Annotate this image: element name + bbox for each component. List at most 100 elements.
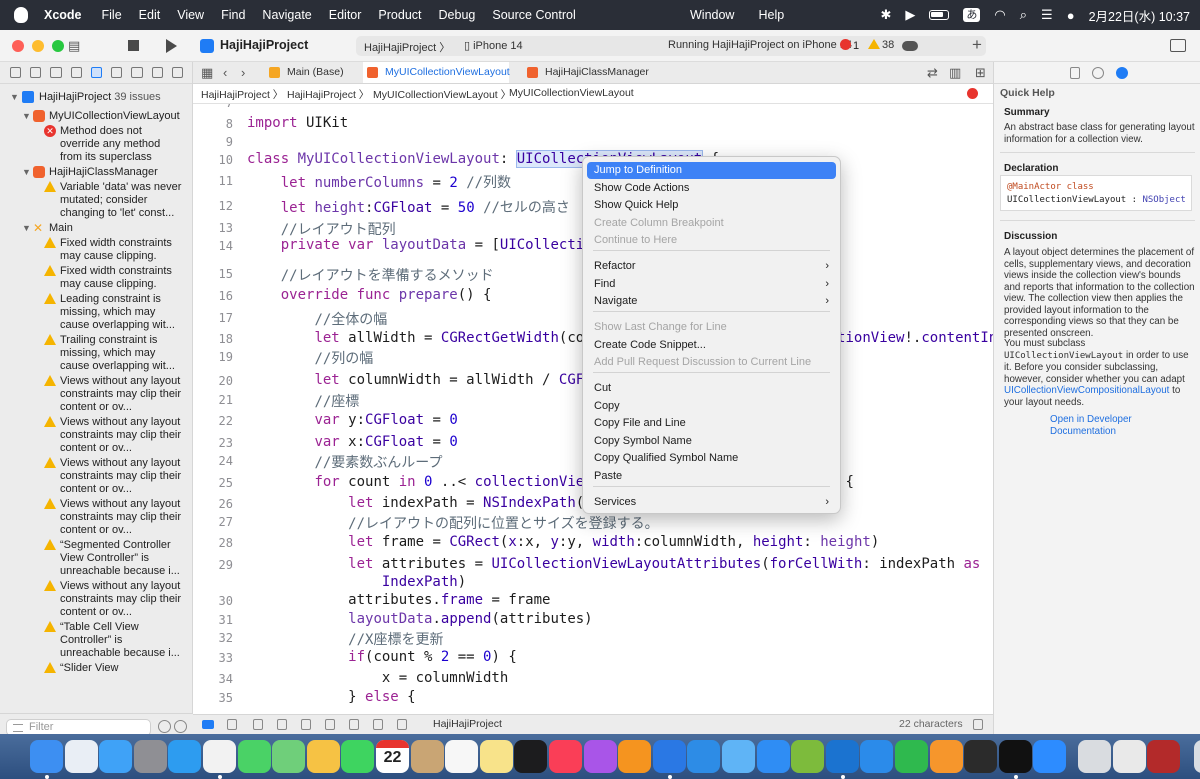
tab-main-base[interactable]: Main (Base) [265, 62, 375, 83]
jump-group[interactable]: HajiHajiProject 〉 [287, 87, 369, 102]
context-menu-item[interactable]: Copy File and Line [587, 415, 836, 432]
code-line[interactable]: let frame = CGRect(x:x, y:y, width:colum… [247, 534, 879, 550]
code-line[interactable]: override func prepare() { [247, 287, 492, 303]
dictionary-icon[interactable] [1147, 740, 1181, 773]
chrome-icon[interactable] [203, 740, 236, 773]
issue-row[interactable]: ▼ ✕ Main [0, 221, 193, 236]
adjust-editor-icon[interactable]: ▥ [949, 65, 961, 81]
issue-row[interactable]: ✕ Method does not override any method fro… [0, 124, 193, 165]
numbers-icon[interactable] [895, 740, 928, 773]
context-menu-item[interactable]: Services › [587, 494, 836, 511]
vscode-icon[interactable] [825, 740, 859, 773]
source-control-navigator-icon[interactable] [30, 67, 42, 78]
issue-row[interactable]: Views without any layout constraints may… [0, 579, 193, 620]
issue-row[interactable]: “Segmented Controller View Controller” i… [0, 538, 193, 579]
wifi-icon[interactable]: ◠ [994, 7, 1005, 23]
add-editor-icon[interactable]: ⊞ [975, 65, 986, 81]
code-line[interactable]: layoutData.append(attributes) [247, 611, 592, 627]
code-line[interactable]: //全体の幅 [247, 309, 387, 329]
issue-navigator-icon[interactable] [90, 67, 103, 78]
error-count[interactable]: 1 [840, 39, 859, 52]
warning-count[interactable]: 38 [868, 39, 894, 51]
context-menu-item[interactable]: Copy Qualified Symbol Name [587, 450, 836, 467]
pause-icon[interactable] [253, 719, 263, 730]
debug-area-toggle-icon[interactable] [202, 720, 214, 729]
code-line[interactable]: attributes.frame = frame [247, 592, 550, 608]
context-menu-item[interactable]: Refactor › [587, 258, 836, 275]
menu-product[interactable]: Product [378, 8, 421, 22]
context-menu-item[interactable]: Jump to Definition [587, 162, 836, 179]
launchpad-icon[interactable] [64, 740, 98, 773]
console-toggle-icon[interactable] [973, 719, 983, 730]
podcasts-icon[interactable] [583, 740, 617, 773]
test-navigator-icon[interactable] [111, 67, 123, 78]
sketch-icon[interactable] [791, 740, 825, 773]
memory-graph-icon[interactable] [373, 719, 383, 730]
step-out-icon[interactable] [325, 719, 335, 730]
debug-target[interactable]: HajiHajiProject [433, 718, 502, 730]
code-line[interactable]: //座標 [247, 391, 359, 411]
debug-navigator-icon[interactable] [131, 67, 143, 78]
library-add-icon[interactable]: + [972, 35, 982, 55]
context-menu-item[interactable]: Copy [587, 398, 836, 415]
input-method-icon[interactable]: あ [963, 8, 981, 22]
menu-editor[interactable]: Editor [329, 8, 362, 22]
context-menu-item[interactable]: Create Code Snippet... [587, 337, 836, 354]
jump-symbol[interactable]: MyUICollectionViewLayout [509, 87, 634, 99]
disclosure-icon[interactable]: ▼ [22, 166, 31, 179]
siri-icon[interactable]: ● [1067, 8, 1075, 23]
developer-documentation-link[interactable]: Open in Developer Documentation [1050, 414, 1200, 437]
contacts-icon[interactable] [410, 740, 444, 773]
scheme-selector[interactable]: HajiHajiProject 〉 [364, 39, 450, 55]
code-line[interactable]: IndexPath) [247, 574, 466, 590]
issue-row[interactable]: Leading constraint is missing, which may… [0, 292, 193, 333]
breakpoints-icon[interactable] [227, 719, 237, 730]
simulator-icon[interactable] [722, 740, 755, 773]
jump-project[interactable]: HajiHajiProject 〉 [201, 87, 283, 102]
now-playing-icon[interactable]: ▶ [905, 7, 915, 23]
navigator-toggle-icon[interactable]: ▤ [68, 38, 80, 54]
issue-row[interactable]: ▼ MyUICollectionViewLayout [0, 109, 193, 124]
code-line[interactable]: //レイアウトの配列に位置とサイズを登録する。 [247, 513, 658, 533]
menu-debug[interactable]: Debug [439, 8, 476, 22]
context-menu-item[interactable]: Cut [587, 380, 836, 397]
finder-icon[interactable] [30, 740, 63, 773]
code-line[interactable]: //X座標を更新 [247, 629, 443, 649]
cloud-icon[interactable] [902, 41, 918, 51]
menu-find[interactable]: Find [221, 8, 245, 22]
split-editor-icon[interactable]: ⇄ [927, 65, 938, 81]
close-window-button[interactable] [12, 40, 24, 52]
tab-class-manager[interactable]: HajiHajiClassManager [523, 62, 683, 83]
disclosure-icon[interactable]: ▼ [22, 110, 31, 123]
issue-row[interactable]: Trailing constraint is missing, which ma… [0, 333, 193, 374]
stop-button[interactable] [128, 40, 139, 51]
issue-row[interactable]: Variable 'data' was never mutated; consi… [0, 180, 193, 221]
notes-icon[interactable] [479, 740, 513, 773]
disclosure-icon[interactable]: ▼ [10, 91, 19, 104]
issue-row[interactable]: “Table Cell View Controller” is unreacha… [0, 620, 193, 661]
apple-logo-icon[interactable] [14, 7, 28, 23]
back-icon[interactable]: ‹ [223, 65, 227, 80]
compositional-layout-link[interactable]: UICollectionViewCompositionalLayout [1004, 385, 1169, 396]
jump-file[interactable]: MyUICollectionViewLayout 〉 [373, 87, 511, 102]
step-into-icon[interactable] [301, 719, 311, 730]
tab-my-collection-layout[interactable]: MyUICollectionViewLayout [363, 62, 510, 83]
trash-icon[interactable] [1193, 740, 1200, 773]
code-line[interactable]: let numberColumns = 2 //列数 [247, 172, 511, 192]
books-icon[interactable] [618, 740, 652, 773]
code-line[interactable]: //レイアウト配列 [247, 219, 396, 239]
battery-icon[interactable] [929, 10, 950, 20]
code-line[interactable]: if(count % 2 == 0) { [247, 649, 517, 665]
file-inspector-icon[interactable] [1070, 67, 1080, 79]
reminders-icon[interactable] [445, 740, 479, 773]
issue-row[interactable]: Views without any layout constraints may… [0, 497, 193, 538]
code-line[interactable]: var y:CGFloat = 0 [247, 412, 457, 428]
activity-view[interactable]: HajiHajiProject 〉 ▯ iPhone 14 Running Ha… [356, 36, 986, 56]
history-inspector-icon[interactable] [1092, 67, 1104, 79]
keynote-icon[interactable] [860, 740, 894, 773]
context-menu-item[interactable]: Show Code Actions [587, 180, 836, 197]
context-menu-item[interactable]: Find › [587, 276, 836, 293]
maps-icon[interactable] [272, 740, 306, 773]
disclosure-icon[interactable]: ▼ [22, 222, 31, 235]
symbol-navigator-icon[interactable] [50, 67, 62, 78]
